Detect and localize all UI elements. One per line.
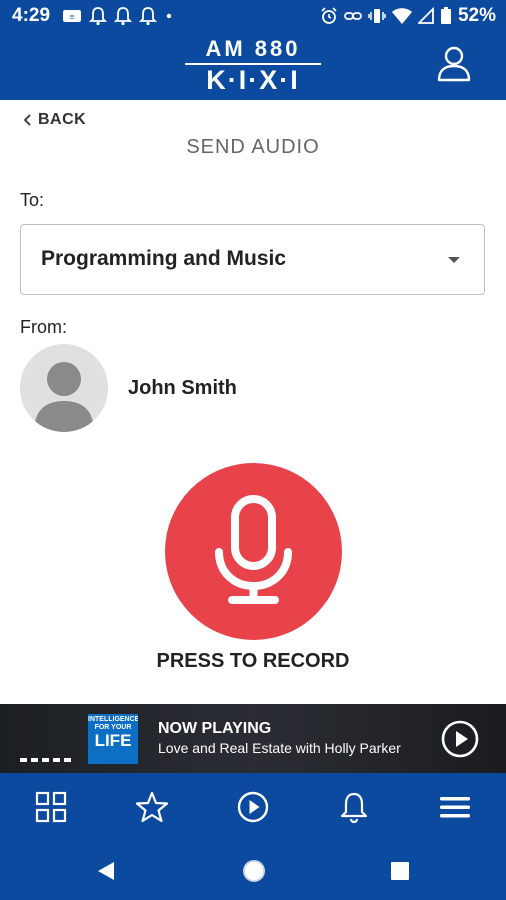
- station-logo[interactable]: AM 880 K·I·X·I: [185, 34, 321, 96]
- favorites-star-icon: [135, 791, 169, 823]
- status-notification-icons: ≡: [62, 6, 174, 26]
- svg-text:≡: ≡: [70, 13, 75, 22]
- nav-menu[interactable]: [438, 790, 472, 824]
- nav-home[interactable]: [34, 790, 68, 824]
- alarm-icon: [321, 7, 337, 24]
- bell-notification-icon: [114, 7, 132, 26]
- now-playing-show-title: Love and Real Estate with Holly Parker: [158, 740, 401, 756]
- battery-icon: [440, 7, 451, 24]
- bell-notification-icon: [139, 7, 157, 26]
- battery-percent: 52%: [457, 5, 496, 26]
- back-triangle-icon: [98, 862, 114, 880]
- system-nav-bar: [0, 843, 506, 900]
- nav-notifications[interactable]: [337, 790, 371, 824]
- menu-icon: [440, 797, 470, 818]
- message-notification-icon: ≡: [63, 10, 81, 22]
- bottom-nav: [0, 773, 506, 843]
- more-dot-icon: [166, 13, 172, 19]
- user-icon: [437, 46, 471, 82]
- recipient-select-value: Programming and Music: [41, 247, 287, 270]
- system-back-button[interactable]: [96, 860, 116, 887]
- vibrate-icon: [368, 9, 386, 23]
- recents-square-icon: [391, 862, 409, 880]
- logo-frequency: AM 880: [205, 36, 301, 61]
- home-grid-icon: [35, 791, 67, 823]
- app-header: AM 880 K·I·X·I: [0, 32, 506, 100]
- status-time: 4:29: [12, 5, 51, 26]
- nav-favorites[interactable]: [135, 790, 169, 824]
- show-artwork-text-big: LIFE: [94, 731, 132, 750]
- avatar: [20, 344, 108, 432]
- system-recents-button[interactable]: [390, 861, 410, 886]
- play-icon: [237, 791, 269, 823]
- home-circle-icon: [243, 860, 265, 882]
- show-artwork-text-top: INTELLIGENCE: [88, 716, 138, 723]
- now-playing-heading: NOW PLAYING: [158, 720, 272, 737]
- bell-notification-icon: [89, 7, 107, 26]
- back-button[interactable]: BACK: [24, 111, 86, 129]
- recipient-select[interactable]: Programming and Music: [20, 224, 485, 295]
- microphone-icon: [215, 495, 292, 604]
- notifications-bell-icon: [340, 792, 368, 824]
- from-label: From:: [20, 317, 67, 337]
- now-playing-play-button[interactable]: [441, 720, 479, 758]
- status-system-icons: 52%: [320, 5, 496, 27]
- chevron-left-icon: [24, 114, 31, 126]
- to-label: To:: [20, 190, 45, 210]
- profile-button[interactable]: [436, 45, 472, 85]
- audio-level-indicator: [20, 758, 71, 762]
- sender-name: John Smith: [128, 377, 237, 399]
- nav-play[interactable]: [236, 790, 270, 824]
- cell-signal-icon: [417, 7, 434, 24]
- back-label: BACK: [38, 111, 87, 128]
- status-bar: 4:29 ≡ 52%: [0, 0, 506, 32]
- default-avatar-icon: [34, 362, 94, 432]
- play-circle-icon: [441, 720, 479, 758]
- now-playing-bar[interactable]: INTELLIGENCE FOR YOUR LIFE NOW PLAYING L…: [0, 704, 506, 773]
- record-button[interactable]: [165, 463, 342, 640]
- page-title: SEND AUDIO: [186, 136, 320, 158]
- caret-down-icon: [448, 257, 460, 263]
- show-artwork: INTELLIGENCE FOR YOUR LIFE: [88, 714, 138, 764]
- wifi-icon: [391, 8, 412, 24]
- record-label: PRESS TO RECORD: [156, 650, 350, 672]
- link-icon: [344, 12, 362, 20]
- system-home-button[interactable]: [242, 859, 266, 888]
- logo-callsign: K·I·X·I: [206, 65, 300, 95]
